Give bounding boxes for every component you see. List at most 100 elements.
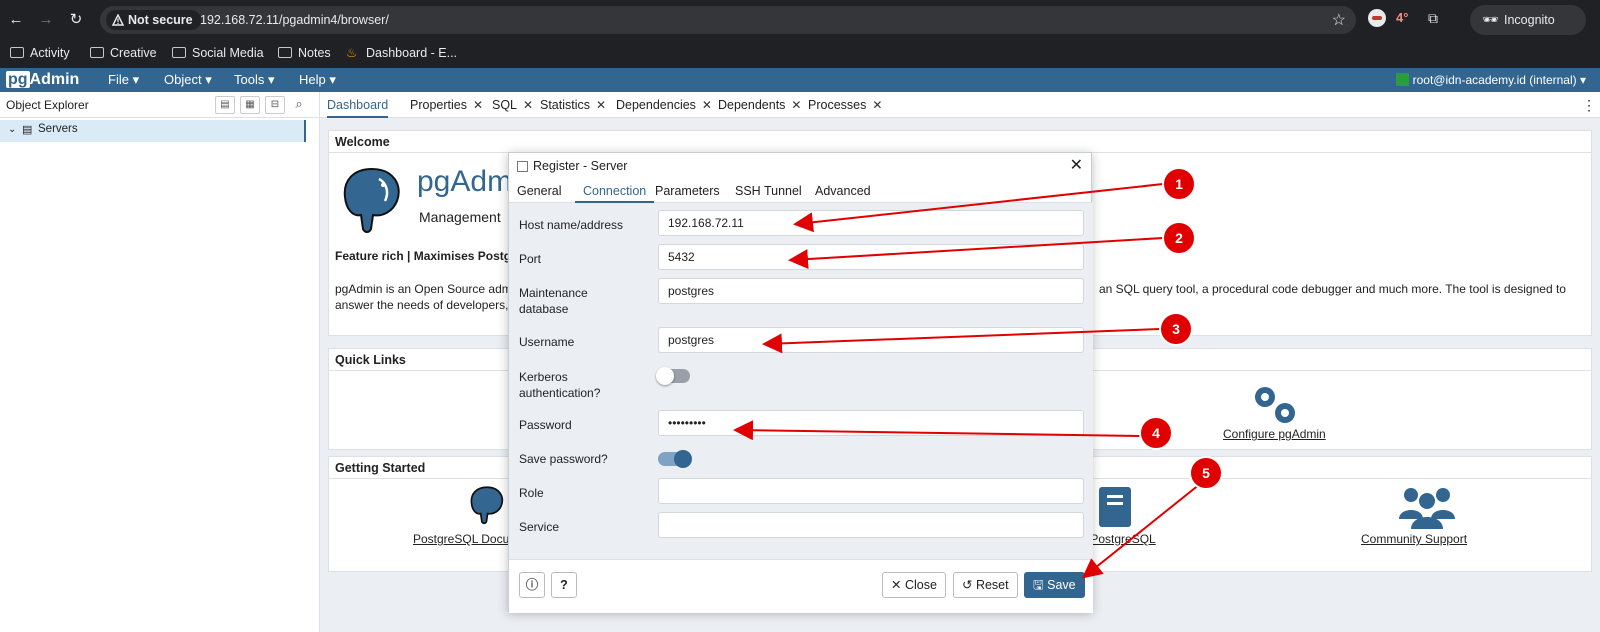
tab-properties[interactable]: Properties ✕ bbox=[410, 92, 483, 118]
host-input[interactable]: 192.168.72.11 bbox=[658, 210, 1084, 236]
role-label: Role bbox=[519, 486, 544, 500]
close-icon[interactable]: ✕ bbox=[473, 98, 483, 112]
service-label: Service bbox=[519, 520, 560, 534]
close-icon: ✕ bbox=[891, 578, 905, 592]
url-text[interactable]: 192.168.72.11/pgadmin4/browser/ bbox=[200, 12, 389, 28]
close-icon[interactable]: ✕ bbox=[1070, 155, 1083, 175]
object-explorer: Object Explorer ▤ ▦ ⊟ ⌕ ⌄ ▤ Servers bbox=[0, 92, 320, 632]
main-tabs: Dashboard Properties ✕ SQL ✕ Statistics ✕ D… bbox=[320, 92, 1600, 118]
host-label: Host name/address bbox=[519, 218, 624, 232]
description-left-2: answer the needs of developers, bbox=[335, 298, 509, 312]
save-password-label: Save password? bbox=[519, 452, 608, 466]
info-icon[interactable]: ⓘ bbox=[519, 572, 545, 598]
server-icon bbox=[517, 161, 528, 172]
community-icon[interactable] bbox=[1397, 485, 1457, 529]
tab-dependents[interactable]: Dependents ✕ bbox=[718, 92, 801, 118]
close-button[interactable]: ✕ Close bbox=[882, 572, 946, 598]
username-input[interactable]: postgres bbox=[658, 327, 1084, 353]
menu-object[interactable]: Object ▾ bbox=[164, 72, 212, 88]
book-icon[interactable] bbox=[1095, 485, 1135, 529]
kerberos-toggle[interactable] bbox=[656, 367, 690, 385]
folder-icon bbox=[172, 47, 186, 58]
address-bar[interactable]: Not secure 192.168.72.11/pgadmin4/browse… bbox=[100, 6, 1356, 34]
servers-label: Servers bbox=[38, 123, 78, 135]
browser-chrome: ← → ↻ Not secure 192.168.72.11/pgadmin4/… bbox=[0, 0, 1600, 68]
bookmarks-bar: Activity Creative Social Media Notes ♨ Da… bbox=[0, 40, 1600, 66]
register-server-dialog: Register - Server ✕ General Connection P… bbox=[508, 152, 1093, 613]
warning-icon bbox=[112, 14, 124, 26]
tab-dependencies[interactable]: Dependencies ✕ bbox=[616, 92, 712, 118]
extensions-puzzle-icon[interactable]: ⧉ bbox=[1428, 10, 1438, 27]
menu-help[interactable]: Help ▾ bbox=[299, 72, 336, 88]
extension-icon[interactable] bbox=[1368, 9, 1386, 27]
menu-tools[interactable]: Tools ▾ bbox=[234, 72, 275, 88]
menu-file[interactable]: File ▾ bbox=[108, 72, 139, 88]
tab-connection[interactable]: Connection bbox=[575, 179, 655, 203]
tab-general[interactable]: General bbox=[517, 179, 561, 203]
bookmark-social-media[interactable]: Social Media bbox=[172, 43, 264, 63]
dialog-tabs: General Connection Parameters SSH Tunnel… bbox=[509, 179, 1093, 203]
search-icon[interactable]: ⌕ bbox=[289, 96, 309, 114]
postgres-elephant-icon bbox=[343, 167, 400, 233]
reload-icon[interactable]: ↻ bbox=[66, 10, 86, 30]
dialog-footer: ⓘ ? ✕ Close ↺ Reset 🖫 Save bbox=[509, 559, 1093, 613]
tab-processes[interactable]: Processes ✕ bbox=[808, 92, 882, 118]
more-options-icon[interactable]: ⋮ bbox=[1582, 92, 1596, 118]
tab-sql[interactable]: SQL ✕ bbox=[492, 92, 533, 118]
help-icon[interactable]: ? bbox=[551, 572, 577, 598]
extension-badge[interactable]: 4° bbox=[1396, 10, 1408, 25]
maintenance-db-label: Maintenance database bbox=[519, 286, 588, 316]
configure-pgadmin-link[interactable]: Configure pgAdmin bbox=[1223, 427, 1326, 441]
service-input[interactable] bbox=[658, 512, 1084, 538]
bookmark-dashboard[interactable]: ♨ Dashboard - E... bbox=[346, 43, 457, 63]
incognito-chip[interactable]: 🕶 Incognito bbox=[1470, 5, 1586, 35]
pgadmin-logo-text: pgAdm bbox=[417, 165, 513, 198]
security-label: Not secure bbox=[128, 13, 193, 27]
forward-icon[interactable]: → bbox=[36, 10, 56, 30]
pgadmin-logo: pg Admin bbox=[6, 71, 80, 88]
dialog-title: Register - Server bbox=[533, 159, 628, 173]
close-icon[interactable]: ✕ bbox=[596, 98, 606, 112]
view-data-icon[interactable]: ▦ bbox=[240, 96, 260, 114]
close-icon[interactable]: ✕ bbox=[702, 98, 712, 112]
query-tool-icon[interactable]: ▤ bbox=[215, 96, 235, 114]
postgres-docs-icon[interactable] bbox=[467, 485, 507, 525]
filter-rows-icon[interactable]: ⊟ bbox=[265, 96, 285, 114]
port-input[interactable]: 5432 bbox=[658, 244, 1084, 270]
security-chip[interactable]: Not secure bbox=[106, 10, 201, 30]
user-menu[interactable]: root@idn-academy.id (internal) ▾ bbox=[1395, 72, 1586, 88]
close-icon[interactable]: ✕ bbox=[791, 98, 801, 112]
welcome-header: Welcome bbox=[329, 131, 1591, 153]
save-button[interactable]: 🖫 Save bbox=[1024, 572, 1085, 598]
role-input[interactable] bbox=[658, 478, 1084, 504]
community-support-link[interactable]: Community Support bbox=[1361, 532, 1467, 546]
user-avatar-icon bbox=[1395, 73, 1409, 86]
close-icon[interactable]: ✕ bbox=[872, 98, 882, 112]
password-input[interactable]: ••••••••• bbox=[658, 410, 1084, 436]
bookmark-creative[interactable]: Creative bbox=[90, 43, 157, 63]
object-explorer-title: Object Explorer bbox=[6, 98, 89, 112]
tab-ssh-tunnel[interactable]: SSH Tunnel bbox=[735, 179, 802, 203]
servers-icon: ▤ bbox=[22, 124, 33, 136]
bookmark-activity[interactable]: Activity bbox=[10, 43, 70, 63]
back-icon[interactable]: ← bbox=[6, 10, 26, 30]
save-password-toggle[interactable] bbox=[658, 450, 692, 468]
description-left-1: pgAdmin is an Open Source adm bbox=[335, 282, 512, 296]
tab-advanced[interactable]: Advanced bbox=[815, 179, 871, 203]
tab-parameters[interactable]: Parameters bbox=[655, 179, 720, 203]
connection-form: Host name/address 192.168.72.11 Port 543… bbox=[509, 203, 1093, 559]
flame-icon: ♨ bbox=[346, 46, 358, 60]
tab-dashboard[interactable]: Dashboard bbox=[327, 92, 389, 118]
chevron-down-icon[interactable]: ⌄ bbox=[8, 124, 16, 135]
maintenance-db-input[interactable]: postgres bbox=[658, 278, 1084, 304]
tree-item-servers[interactable]: ⌄ ▤ Servers bbox=[0, 120, 306, 142]
folder-icon bbox=[90, 47, 104, 58]
reset-button[interactable]: ↺ Reset bbox=[953, 572, 1018, 598]
bookmark-notes[interactable]: Notes bbox=[278, 43, 331, 63]
gears-icon[interactable] bbox=[1245, 381, 1305, 427]
tab-statistics[interactable]: Statistics ✕ bbox=[540, 92, 606, 118]
close-icon[interactable]: ✕ bbox=[523, 98, 533, 112]
app-menubar: pg Admin File ▾ Object ▾ Tools ▾ Help ▾ r… bbox=[0, 68, 1600, 92]
bookmark-star-icon[interactable]: ☆ bbox=[1332, 10, 1346, 30]
postgres-docs-link[interactable]: PostgreSQL Docu bbox=[413, 532, 509, 546]
